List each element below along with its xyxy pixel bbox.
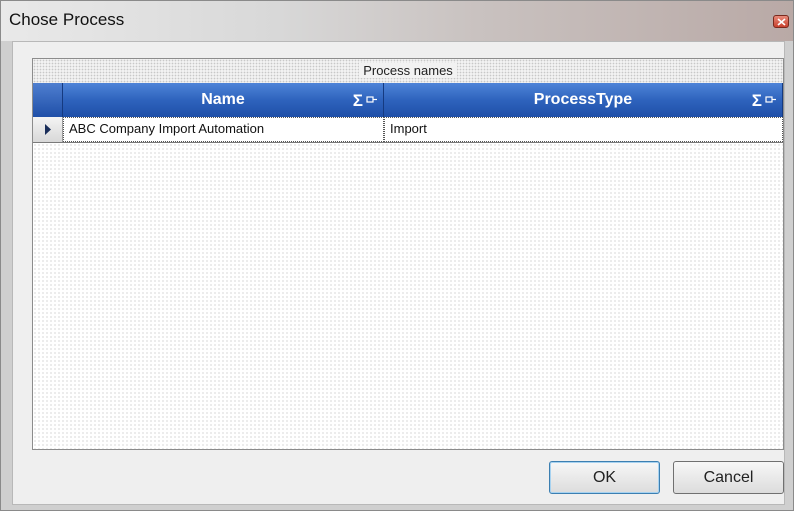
close-icon	[777, 18, 786, 26]
cell-processtype[interactable]: Import	[384, 117, 783, 142]
pin-icon[interactable]	[765, 95, 776, 105]
pin-icon[interactable]	[366, 95, 377, 105]
cancel-button[interactable]: Cancel	[673, 461, 784, 494]
dialog-window: Chose Process Process names Name Σ Proce…	[0, 0, 794, 511]
column-header-processtype-label: ProcessType	[533, 91, 633, 108]
table-row[interactable]: ABC Company Import Automation Import	[33, 117, 783, 143]
cell-name[interactable]: ABC Company Import Automation	[63, 117, 384, 142]
column-header-name-label: Name	[201, 91, 245, 108]
current-row-arrow-icon	[45, 124, 51, 135]
ok-button[interactable]: OK	[549, 461, 660, 494]
summary-sigma-icon[interactable]: Σ	[353, 92, 363, 109]
close-button[interactable]	[773, 15, 789, 28]
row-indicator-header	[33, 83, 63, 117]
group-caption: Process names	[33, 59, 783, 84]
row-indicator[interactable]	[33, 117, 63, 142]
window-title: Chose Process	[9, 10, 125, 29]
summary-sigma-icon[interactable]: Σ	[752, 92, 762, 109]
column-header-processtype[interactable]: ProcessType Σ	[384, 83, 783, 117]
column-header-name[interactable]: Name Σ	[63, 83, 384, 117]
group-caption-label: Process names	[359, 63, 457, 78]
dialog-body: Process names Name Σ ProcessType Σ ABC C…	[12, 41, 785, 505]
process-grid: Process names Name Σ ProcessType Σ ABC C…	[32, 58, 784, 450]
title-bar[interactable]: Chose Process	[1, 1, 793, 41]
grid-header-row: Name Σ ProcessType Σ	[33, 83, 783, 117]
